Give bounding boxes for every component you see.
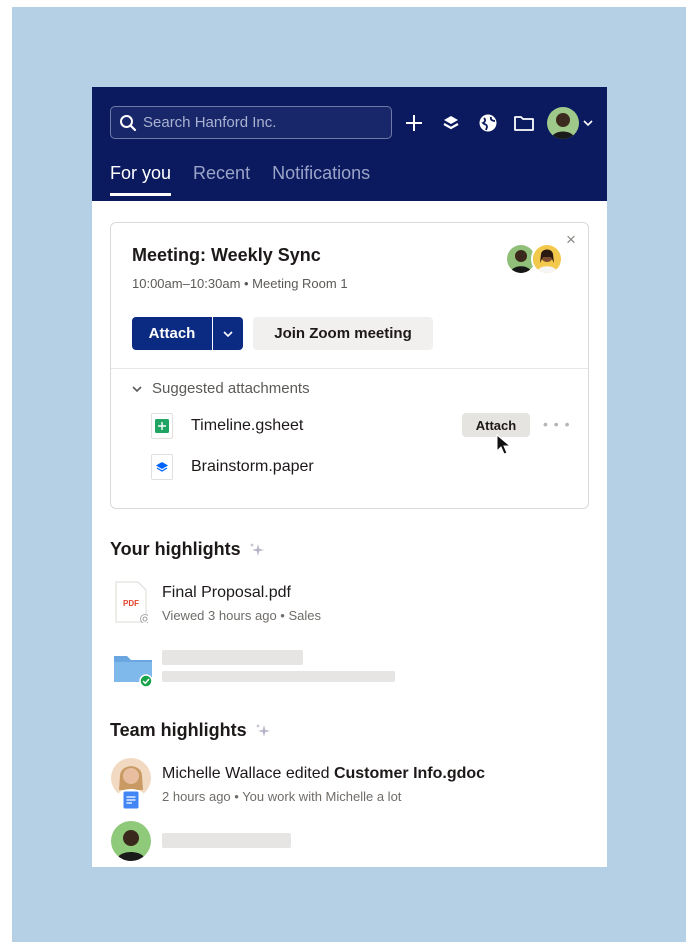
tab-for-you[interactable]: For you — [110, 163, 172, 196]
suggested-attachments-toggle[interactable]: Suggested attachments — [132, 380, 310, 397]
tab-bar: For you Recent Notifications — [110, 163, 370, 196]
meeting-time: 10:00am–10:30am • Meeting Room 1 — [132, 276, 348, 291]
activity-person: Michelle Wallace — [162, 765, 282, 782]
loading-placeholder — [162, 833, 291, 848]
sparkle-icon — [249, 542, 264, 556]
mouse-cursor-icon — [496, 434, 512, 455]
pdf-label: PDF — [123, 599, 139, 608]
loading-placeholder — [162, 671, 395, 682]
search-input[interactable] — [143, 114, 383, 131]
attendee-avatars — [505, 243, 569, 277]
file-name: Brainstorm.paper — [191, 458, 314, 475]
person-avatar — [111, 821, 151, 861]
attach-button[interactable]: Attach — [132, 317, 212, 350]
file-name: Timeline.gsheet — [191, 417, 304, 434]
chevron-down-icon — [583, 120, 593, 127]
header: For you Recent Notifications — [92, 87, 607, 201]
highlight-file-meta: Viewed 3 hours ago • Sales — [162, 608, 321, 623]
plus-icon[interactable] — [402, 111, 426, 135]
meeting-card: Meeting: Weekly Sync 10:00am–10:30am • M… — [110, 222, 589, 509]
suggested-file-row[interactable]: Timeline.gsheet — [151, 411, 303, 441]
folder-icon[interactable] — [512, 111, 536, 135]
search-box[interactable] — [110, 106, 392, 139]
suggested-file-row[interactable]: Brainstorm.paper — [151, 452, 314, 482]
team-highlights-heading: Team highlights — [110, 720, 271, 741]
search-icon — [120, 114, 137, 131]
join-zoom-button[interactable]: Join Zoom meeting — [253, 317, 433, 350]
suggested-attachments-label: Suggested attachments — [152, 380, 310, 397]
chevron-down-icon — [223, 330, 233, 337]
sparkle-icon — [255, 723, 270, 737]
section-title: Your highlights — [110, 539, 241, 559]
gsheet-icon — [151, 413, 173, 439]
avatar — [547, 107, 579, 139]
account-menu[interactable] — [547, 107, 593, 139]
section-title: Team highlights — [110, 720, 247, 740]
tab-notifications[interactable]: Notifications — [272, 163, 370, 196]
attach-dropdown-button[interactable] — [213, 317, 243, 350]
activity-verb: edited — [281, 765, 334, 782]
folder-icon — [114, 652, 154, 693]
chevron-down-icon — [132, 385, 142, 392]
activity-file: Customer Info.gdoc — [333, 765, 486, 782]
tab-recent[interactable]: Recent — [193, 163, 250, 196]
dropbox-panel: For you Recent Notifications Meeting: We… — [92, 87, 607, 867]
paper-icon — [151, 454, 173, 480]
activity-text[interactable]: Michelle Wallace edited Customer Info.gd… — [162, 765, 485, 783]
globe-icon[interactable] — [476, 111, 500, 135]
highlight-file-name[interactable]: Final Proposal.pdf — [162, 584, 291, 602]
your-highlights-heading: Your highlights — [110, 539, 265, 560]
dropbox-icon[interactable] — [439, 111, 463, 135]
gdoc-icon — [122, 790, 140, 815]
pdf-file-icon: PDF — [114, 581, 150, 628]
attendee-avatar — [531, 243, 563, 275]
activity-meta: 2 hours ago • You work with Michelle a l… — [162, 789, 402, 804]
loading-placeholder — [162, 650, 303, 665]
more-options-icon[interactable]: • • • — [543, 416, 570, 432]
meeting-title: Meeting: Weekly Sync — [132, 245, 321, 265]
divider — [111, 368, 588, 369]
